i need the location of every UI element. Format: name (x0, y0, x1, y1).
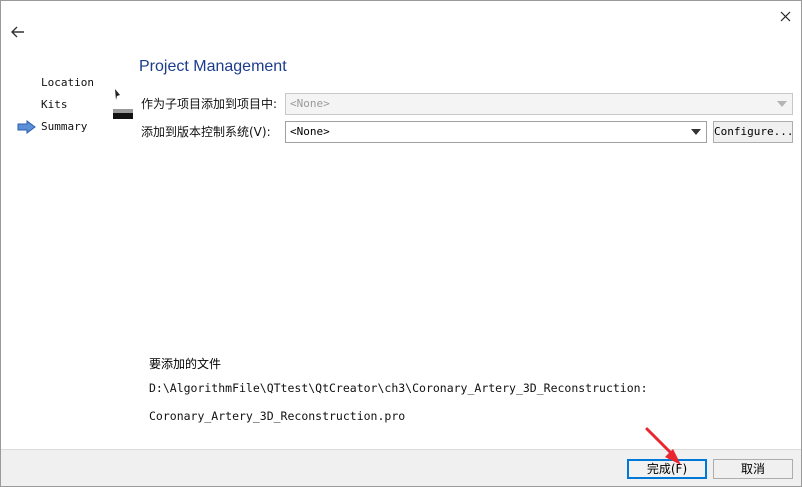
wizard-dialog: Location Kits Summary Project Management… (0, 0, 802, 487)
close-icon (780, 11, 790, 21)
step-label: Location (41, 76, 94, 89)
back-button[interactable] (7, 21, 29, 43)
wizard-logo-icon (113, 89, 133, 119)
right-arrow-icon (17, 120, 36, 134)
configure-button[interactable]: Configure... (713, 121, 793, 143)
select-value: <None> (290, 125, 330, 138)
annotation-arrow-icon (645, 427, 681, 465)
add-to-project-select[interactable]: <None> (285, 93, 793, 115)
select-value: <None> (290, 97, 330, 110)
chevron-down-icon (691, 129, 701, 135)
step-summary: Summary (15, 116, 115, 138)
vcs-label: 添加到版本控制系统(V): (141, 125, 271, 139)
files-title: 要添加的文件 (149, 357, 222, 371)
wizard-steps: Location Kits Summary (15, 72, 115, 138)
files-path: D:\AlgorithmFile\QTtest\QtCreator\ch3\Co… (149, 381, 648, 395)
step-kits: Kits (15, 94, 115, 116)
page-title: Project Management (139, 58, 287, 75)
add-to-project-label: 作为子项目添加到项目中: (141, 97, 278, 111)
close-button[interactable] (773, 4, 797, 28)
vcs-select[interactable]: <None> (285, 121, 707, 143)
cancel-button[interactable]: 取消 (713, 459, 793, 479)
step-label: Kits (41, 98, 68, 111)
chevron-down-icon (777, 101, 787, 107)
step-label: Summary (41, 120, 88, 133)
step-location: Location (15, 72, 115, 94)
back-arrow-icon (11, 26, 24, 38)
files-name: Coronary_Artery_3D_Reconstruction.pro (149, 409, 406, 423)
